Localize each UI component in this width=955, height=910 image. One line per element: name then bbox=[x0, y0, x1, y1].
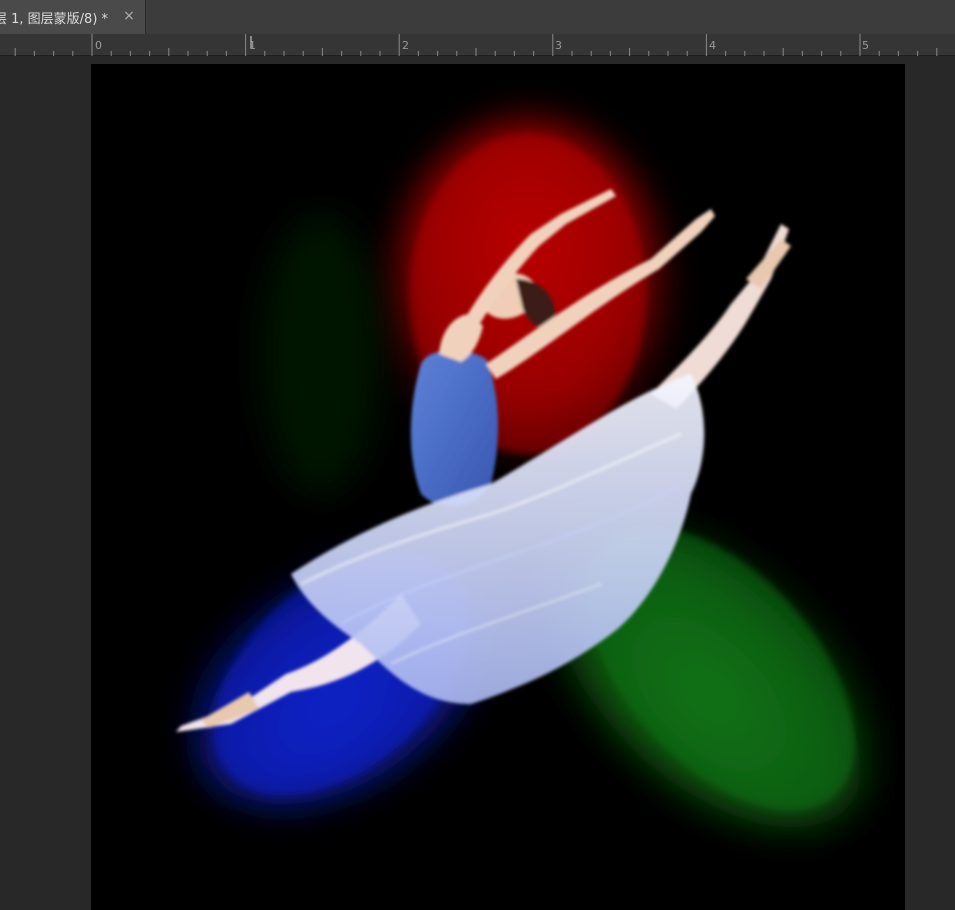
ballerina-artwork bbox=[176, 119, 875, 828]
document-tab-title: 层 1, 图层蒙版/8) * bbox=[0, 12, 109, 27]
canvas-workspace[interactable] bbox=[0, 56, 955, 910]
ruler-label-3: 3 bbox=[555, 39, 562, 52]
ruler-label-2: 2 bbox=[402, 39, 409, 52]
document-canvas[interactable] bbox=[91, 64, 905, 910]
ruler-label-1: 1 bbox=[249, 39, 256, 52]
document-tab[interactable]: 层 1, 图层蒙版/8) * × bbox=[0, 0, 146, 34]
close-icon[interactable]: × bbox=[121, 7, 137, 25]
horizontal-ruler[interactable]: 0 1 2 3 4 5 bbox=[0, 34, 955, 56]
ruler-ticks bbox=[14, 34, 938, 56]
document-tab-bar: 层 1, 图层蒙版/8) * × bbox=[0, 0, 955, 34]
ruler-label-4: 4 bbox=[709, 39, 716, 52]
ruler-label-5: 5 bbox=[862, 39, 869, 52]
ruler-label-0: 0 bbox=[95, 39, 102, 52]
